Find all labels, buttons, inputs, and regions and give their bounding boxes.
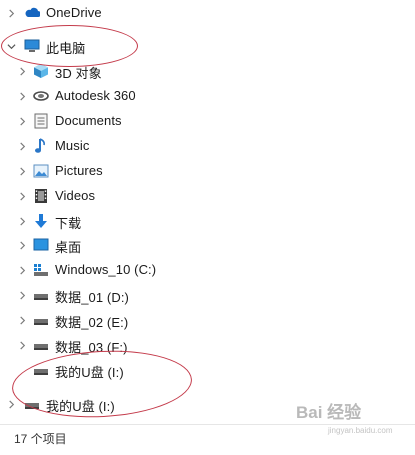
annotation-ellipse-this-pc — [1, 25, 138, 67]
chevron-right-icon[interactable] — [15, 164, 29, 178]
onedrive-icon — [24, 5, 40, 21]
chevron-right-icon[interactable] — [4, 6, 18, 20]
status-item-count: 17 个项目 — [14, 432, 67, 446]
chevron-right-icon[interactable] — [15, 64, 29, 78]
autodesk-360-icon — [33, 88, 49, 104]
drive-icon — [33, 314, 49, 330]
nav-item-label: 下载 — [55, 216, 82, 231]
videos-icon — [33, 188, 49, 204]
nav-item-drive-f[interactable]: 数据_03 (F:) — [0, 334, 300, 356]
nav-item-label: Documents — [55, 113, 122, 128]
navigation-pane: OneDrive 此电脑 3D 对象 Autodesk 360 Document… — [0, 0, 415, 455]
chevron-right-icon[interactable] — [15, 238, 29, 252]
nav-item-music[interactable]: Music — [0, 135, 300, 157]
chevron-right-icon[interactable] — [4, 397, 18, 411]
nav-item-drive-c[interactable]: Windows_10 (C:) — [0, 259, 300, 281]
nav-item-autodesk-360[interactable]: Autodesk 360 — [0, 85, 300, 107]
nav-item-documents[interactable]: Documents — [0, 110, 300, 132]
chevron-right-icon[interactable] — [15, 313, 29, 327]
watermark-url: jingyan.baidu.com — [328, 426, 393, 435]
nav-item-drive-e[interactable]: 数据_02 (E:) — [0, 309, 300, 331]
chevron-right-icon[interactable] — [15, 288, 29, 302]
nav-item-label: 数据_02 (E:) — [55, 315, 129, 330]
nav-item-label: OneDrive — [46, 5, 102, 20]
nav-item-label: Pictures — [55, 163, 103, 178]
nav-item-videos[interactable]: Videos — [0, 185, 300, 207]
documents-icon — [33, 113, 49, 129]
music-icon — [33, 138, 49, 154]
chevron-right-icon[interactable] — [15, 214, 29, 228]
nav-item-label: 桌面 — [55, 240, 82, 255]
windows-drive-icon — [33, 262, 49, 278]
chevron-right-icon[interactable] — [15, 114, 29, 128]
chevron-right-icon[interactable] — [15, 263, 29, 277]
chevron-right-icon[interactable] — [15, 189, 29, 203]
nav-item-pictures[interactable]: Pictures — [0, 160, 300, 182]
desktop-icon — [33, 237, 49, 253]
nav-item-label: Music — [55, 138, 90, 153]
nav-item-desktop[interactable]: 桌面 — [0, 234, 300, 256]
nav-item-label: Autodesk 360 — [55, 88, 136, 103]
drive-icon — [33, 289, 49, 305]
nav-item-label: 数据_01 (D:) — [55, 290, 129, 305]
nav-item-onedrive[interactable]: OneDrive — [0, 2, 300, 24]
nav-item-downloads[interactable]: 下载 — [0, 210, 300, 232]
drive-icon — [33, 339, 49, 355]
chevron-right-icon[interactable] — [15, 89, 29, 103]
nav-item-drive-d[interactable]: 数据_01 (D:) — [0, 284, 300, 306]
pictures-icon — [33, 163, 49, 179]
nav-item-label: Windows_10 (C:) — [55, 262, 157, 277]
downloads-icon — [33, 213, 49, 229]
nav-item-label: Videos — [55, 188, 96, 203]
chevron-right-icon[interactable] — [15, 139, 29, 153]
chevron-right-icon[interactable] — [15, 338, 29, 352]
